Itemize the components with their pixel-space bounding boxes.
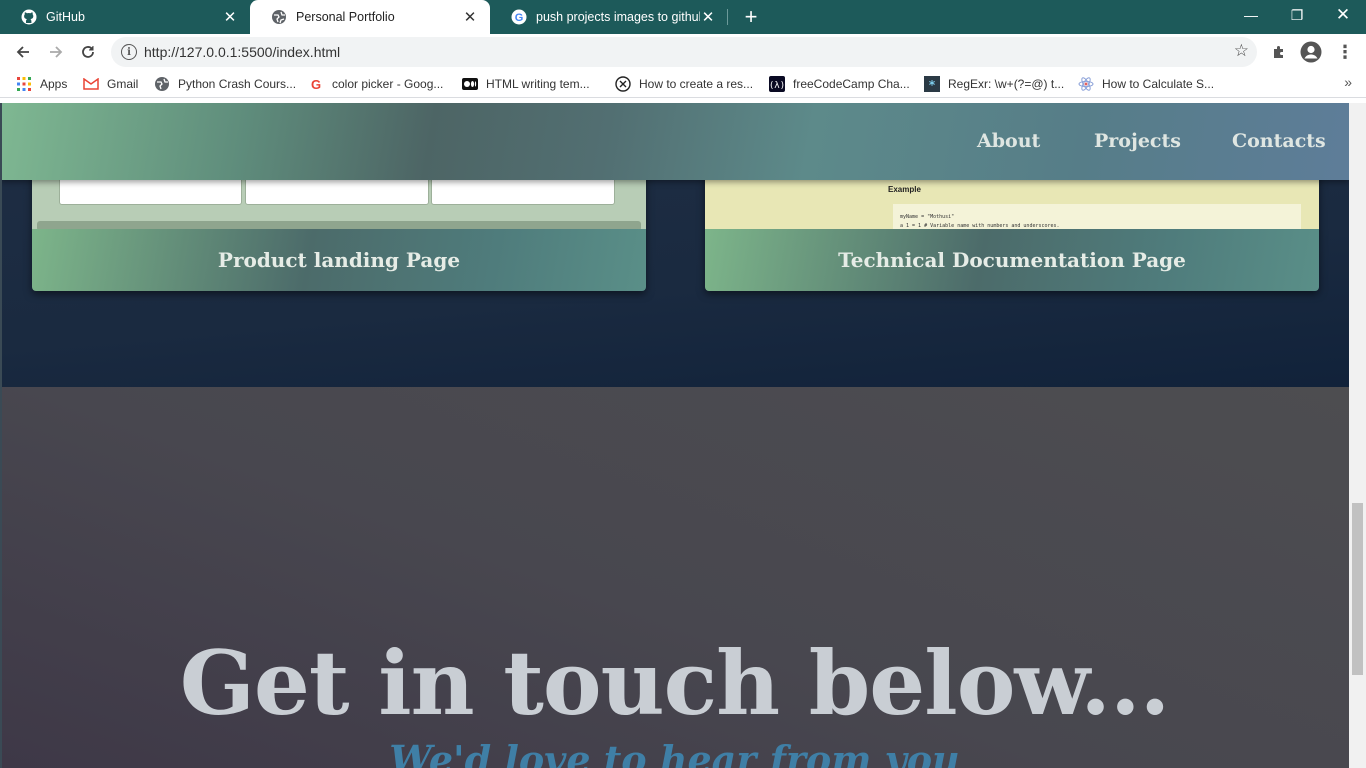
tab-title: Personal Portfolio bbox=[296, 10, 395, 24]
contact-section: Get in touch below... We'd love to hear … bbox=[0, 387, 1349, 768]
svg-text:(λ): (λ) bbox=[769, 81, 785, 91]
tab-title: push projects images to github - bbox=[536, 10, 700, 24]
project-title: Technical Documentation Page bbox=[705, 229, 1319, 291]
freecodecamp-icon: (λ) bbox=[769, 76, 785, 92]
forward-button[interactable] bbox=[43, 39, 69, 65]
regexr-icon: * bbox=[924, 76, 940, 92]
menu-kebab-icon[interactable]: ⋮ bbox=[1334, 41, 1356, 63]
arrow-right-icon bbox=[50, 46, 63, 58]
bookmark-label: Gmail bbox=[107, 77, 139, 91]
tab-google-search[interactable]: G push projects images to github - ✕ bbox=[490, 0, 728, 34]
close-icon[interactable]: ✕ bbox=[462, 9, 478, 26]
x-circle-icon bbox=[615, 76, 631, 92]
browser-toolbar: i http://127.0.0.1:5500/index.html ☆ ⋮ bbox=[0, 34, 1366, 70]
gmail-icon bbox=[83, 76, 99, 92]
bookmark-html-writing[interactable]: HTML writing tem... bbox=[462, 75, 590, 93]
bookmark-label: How to Calculate S... bbox=[1102, 77, 1215, 91]
restore-button[interactable]: ❐ bbox=[1274, 0, 1320, 30]
page-scrollbar[interactable] bbox=[1349, 103, 1366, 768]
minimize-button[interactable]: — bbox=[1228, 0, 1274, 30]
site-info-icon[interactable]: i bbox=[121, 44, 137, 60]
tab-strip: GitHub ✕ Personal Portfolio ✕ G push pro… bbox=[0, 0, 1366, 34]
tab-separator bbox=[727, 9, 728, 25]
bookmark-how-to-calculate[interactable]: How to Calculate S... bbox=[1078, 75, 1214, 93]
google-icon: G bbox=[310, 76, 322, 92]
bookmark-apps[interactable]: Apps bbox=[16, 75, 67, 93]
bookmark-label: freeCodeCamp Cha... bbox=[793, 77, 910, 91]
github-icon bbox=[21, 9, 37, 25]
medium-icon bbox=[462, 76, 478, 92]
preview-code-line: myName = "Mothusi" bbox=[900, 214, 955, 220]
scrollbar-thumb[interactable] bbox=[1352, 503, 1363, 675]
nav-link-contacts[interactable]: Contacts bbox=[1232, 130, 1326, 152]
back-button[interactable] bbox=[10, 39, 36, 65]
close-window-button[interactable]: ✕ bbox=[1320, 0, 1366, 30]
bookmark-label: How to create a res... bbox=[639, 77, 754, 91]
globe-icon bbox=[154, 76, 170, 92]
close-icon[interactable]: ✕ bbox=[222, 9, 238, 26]
globe-icon bbox=[271, 9, 287, 25]
reload-button[interactable] bbox=[75, 39, 101, 65]
tab-title: GitHub bbox=[46, 10, 85, 24]
contact-subline: We'd love to hear from you bbox=[389, 737, 960, 768]
nav-link-projects[interactable]: Projects bbox=[1094, 130, 1181, 152]
bookmark-python-crash-course[interactable]: Python Crash Cours... bbox=[154, 75, 296, 93]
close-icon[interactable]: ✕ bbox=[700, 9, 716, 26]
bookmark-label: color picker - Goog... bbox=[332, 77, 444, 91]
bookmark-star-icon[interactable]: ☆ bbox=[1234, 41, 1249, 61]
tab-github[interactable]: GitHub ✕ bbox=[0, 0, 250, 34]
site-navbar: About Projects Contacts bbox=[0, 103, 1349, 180]
reload-icon bbox=[82, 46, 94, 58]
svg-text:*: * bbox=[929, 78, 936, 92]
more-bookmarks-chevron-icon[interactable]: » bbox=[1344, 74, 1352, 90]
page-viewport: Product landing Page Example myName = "M… bbox=[0, 103, 1349, 768]
bookmark-label: HTML writing tem... bbox=[486, 77, 590, 91]
arrow-left-icon bbox=[16, 46, 29, 58]
svg-text:G: G bbox=[515, 12, 524, 24]
bookmarks-bar: Apps Gmail Python Crash Cours... G color… bbox=[0, 70, 1366, 98]
tab-personal-portfolio[interactable]: Personal Portfolio ✕ bbox=[250, 0, 490, 34]
bookmark-label: Python Crash Cours... bbox=[178, 77, 297, 91]
extensions-icon[interactable] bbox=[1268, 41, 1290, 63]
project-title: Product landing Page bbox=[32, 229, 646, 291]
bookmark-regexr[interactable]: * RegExr: \w+(?=@) t... bbox=[924, 75, 1064, 93]
url-text: http://127.0.0.1:5500/index.html bbox=[144, 44, 341, 60]
google-icon: G bbox=[511, 9, 527, 25]
apps-grid-icon bbox=[16, 76, 32, 92]
address-bar[interactable]: i http://127.0.0.1:5500/index.html ☆ bbox=[111, 37, 1257, 67]
bookmark-create-resume[interactable]: How to create a res... bbox=[615, 75, 753, 93]
atom-icon bbox=[1078, 76, 1094, 92]
bookmark-gmail[interactable]: Gmail bbox=[83, 75, 138, 93]
left-edge-strip bbox=[0, 103, 2, 768]
bookmark-freecodecamp[interactable]: (λ) freeCodeCamp Cha... bbox=[769, 75, 910, 93]
bookmark-label: RegExr: \w+(?=@) t... bbox=[948, 77, 1065, 91]
bookmark-color-picker[interactable]: G color picker - Goog... bbox=[308, 75, 443, 93]
bookmark-label: Apps bbox=[40, 77, 68, 91]
profile-avatar-icon[interactable] bbox=[1300, 41, 1322, 63]
new-tab-button[interactable]: + bbox=[739, 4, 763, 29]
nav-link-about[interactable]: About bbox=[977, 130, 1040, 152]
contact-headline: Get in touch below... bbox=[179, 631, 1170, 735]
preview-heading: Example bbox=[888, 185, 921, 194]
